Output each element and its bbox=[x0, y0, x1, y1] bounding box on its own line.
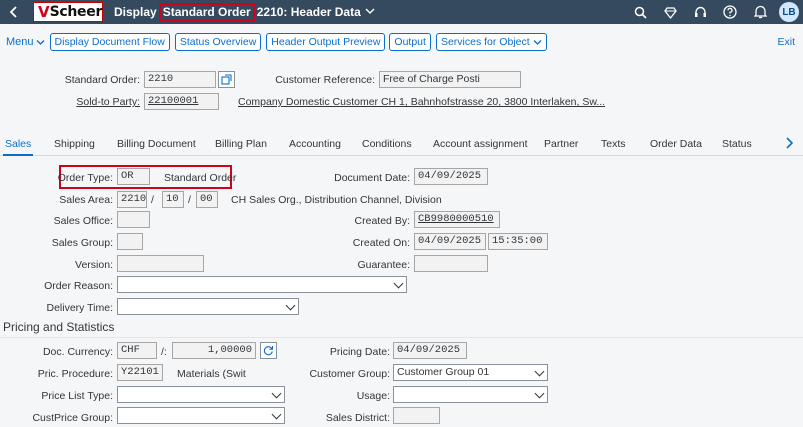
standard-order-field[interactable]: 2210 bbox=[144, 71, 216, 88]
delivery-time-label: Delivery Time: bbox=[46, 302, 113, 314]
company-logo: V Scheer bbox=[33, 2, 103, 22]
tab-sales[interactable]: Sales bbox=[2, 138, 34, 156]
chevron-down-icon bbox=[285, 300, 296, 311]
sales-district-label: Sales District: bbox=[325, 412, 390, 424]
header-output-preview-button[interactable]: Header Output Preview bbox=[266, 33, 386, 51]
title-highlight: Standard Order bbox=[158, 2, 255, 22]
help-icon[interactable] bbox=[715, 0, 745, 24]
created-on-label: Created On: bbox=[352, 237, 410, 249]
chevron-down-icon bbox=[365, 7, 375, 18]
document-date-label: Document Date: bbox=[334, 172, 410, 184]
tab-order-data[interactable]: Order Data bbox=[650, 138, 702, 150]
sales-district-field[interactable] bbox=[393, 407, 440, 424]
order-type-label: Order Type: bbox=[57, 172, 113, 184]
notifications-icon[interactable] bbox=[745, 0, 775, 24]
customer-group-label: Customer Group: bbox=[309, 368, 390, 380]
tab-texts[interactable]: Texts bbox=[601, 138, 626, 150]
customer-group-dropdown[interactable]: Customer Group 01 bbox=[393, 364, 548, 381]
customer-reference-label: Customer Reference: bbox=[275, 74, 375, 86]
guarantee-label: Guarantee: bbox=[357, 259, 410, 271]
output-button[interactable]: Output bbox=[389, 33, 431, 51]
status-overview-button[interactable]: Status Overview bbox=[174, 33, 262, 51]
chevron-down-icon bbox=[533, 39, 542, 45]
exchange-rate-separator: /: bbox=[161, 346, 167, 358]
sold-to-party-label: Sold-to Party: bbox=[76, 96, 140, 108]
sales-area-label: Sales Area: bbox=[59, 194, 113, 206]
pric-procedure-field[interactable]: Y22101 bbox=[117, 364, 163, 381]
exit-button[interactable]: Exit bbox=[777, 36, 795, 48]
title-suffix: 2210: Header Data bbox=[256, 5, 361, 19]
chevron-down-icon bbox=[393, 278, 404, 289]
sales-org-field[interactable]: 2210 bbox=[117, 191, 147, 208]
price-list-type-label: Price List Type: bbox=[41, 390, 113, 402]
sales-office-label: Sales Office: bbox=[53, 215, 113, 227]
toolbar: Menu Display Document Flow Status Overvi… bbox=[0, 32, 803, 52]
avatar[interactable]: LB bbox=[779, 2, 799, 22]
created-on-time-field[interactable]: 15:35:00 bbox=[488, 233, 548, 250]
chevron-down-icon bbox=[534, 388, 545, 399]
version-label: Version: bbox=[75, 259, 113, 271]
pric-procedure-description: Materials (Swit bbox=[177, 368, 246, 380]
document-date-field[interactable]: 04/09/2025 bbox=[414, 168, 488, 185]
tab-account-assignment[interactable]: Account assignment bbox=[433, 138, 528, 150]
sales-area-separator: / bbox=[188, 194, 191, 206]
created-by-label: Created By: bbox=[354, 215, 410, 227]
tab-accounting[interactable]: Accounting bbox=[289, 138, 341, 150]
sales-group-label: Sales Group: bbox=[51, 237, 113, 249]
search-icon[interactable] bbox=[625, 0, 655, 24]
pricing-date-field[interactable]: 04/09/2025 bbox=[393, 342, 467, 359]
headset-icon[interactable] bbox=[685, 0, 715, 24]
exchange-rate-field[interactable]: 1,00000 bbox=[172, 342, 256, 359]
pric-procedure-label: Pric. Procedure: bbox=[37, 368, 113, 380]
standard-order-label: Standard Order: bbox=[64, 74, 140, 86]
guarantee-field[interactable] bbox=[414, 255, 488, 272]
division-field[interactable]: 00 bbox=[196, 191, 218, 208]
tab-shipping[interactable]: Shipping bbox=[54, 138, 95, 150]
customer-reference-field[interactable]: Free of Charge Posti bbox=[379, 71, 521, 88]
open-order-icon[interactable] bbox=[218, 71, 235, 88]
custprice-group-label: CustPrice Group: bbox=[32, 412, 113, 424]
tab-billing-plan[interactable]: Billing Plan bbox=[215, 138, 267, 150]
app-title[interactable]: Display Standard Order 2210: Header Data bbox=[114, 0, 375, 24]
back-icon[interactable] bbox=[0, 0, 28, 24]
sales-area-description: CH Sales Org., Distribution Channel, Div… bbox=[231, 194, 442, 206]
sold-to-party-description[interactable]: Company Domestic Customer CH 1, Bahnhofs… bbox=[238, 96, 605, 108]
sales-area-separator: / bbox=[151, 194, 154, 206]
services-for-object-button[interactable]: Services for Object bbox=[435, 33, 547, 51]
delivery-time-dropdown[interactable] bbox=[117, 298, 299, 315]
created-by-field[interactable]: CB9980000510 bbox=[414, 211, 500, 228]
chevron-down-icon bbox=[534, 366, 545, 377]
diamond-icon[interactable] bbox=[655, 0, 685, 24]
doc-currency-field[interactable]: CHF bbox=[117, 342, 157, 359]
price-list-type-dropdown[interactable] bbox=[117, 386, 285, 403]
sales-group-field[interactable] bbox=[117, 233, 143, 250]
display-document-flow-button[interactable]: Display Document Flow bbox=[49, 33, 170, 51]
distribution-channel-field[interactable]: 10 bbox=[162, 191, 184, 208]
order-type-field[interactable]: OR bbox=[117, 168, 150, 185]
chevron-down-icon bbox=[36, 39, 44, 45]
tab-status[interactable]: Status bbox=[722, 138, 752, 150]
version-field[interactable] bbox=[117, 255, 204, 272]
tab-conditions[interactable]: Conditions bbox=[362, 138, 412, 150]
chevron-right-icon[interactable] bbox=[785, 137, 794, 152]
created-on-date-field[interactable]: 04/09/2025 bbox=[414, 233, 486, 250]
order-reason-dropdown[interactable] bbox=[117, 276, 407, 293]
tab-partner[interactable]: Partner bbox=[544, 138, 578, 150]
pricing-date-label: Pricing Date: bbox=[329, 346, 390, 358]
order-reason-label: Order Reason: bbox=[44, 280, 113, 292]
sales-office-field[interactable] bbox=[117, 211, 150, 228]
usage-label: Usage: bbox=[356, 390, 390, 402]
pricing-section-title: Pricing and Statistics bbox=[3, 320, 115, 334]
sold-to-party-field[interactable]: 22100001 bbox=[144, 93, 219, 110]
section-divider bbox=[0, 337, 803, 338]
shell-bar: V Scheer Display Standard Order 2210: He… bbox=[0, 0, 803, 24]
order-type-description: Standard Order bbox=[164, 172, 237, 184]
usage-dropdown[interactable] bbox=[393, 386, 548, 403]
doc-currency-label: Doc. Currency: bbox=[42, 346, 113, 358]
custprice-group-dropdown[interactable] bbox=[117, 407, 285, 424]
title-prefix: Display bbox=[114, 5, 157, 19]
tab-strip: Sales Shipping Billing Document Billing … bbox=[0, 136, 803, 156]
tab-billing-document[interactable]: Billing Document bbox=[117, 138, 196, 150]
menu-button[interactable]: Menu bbox=[6, 36, 45, 48]
